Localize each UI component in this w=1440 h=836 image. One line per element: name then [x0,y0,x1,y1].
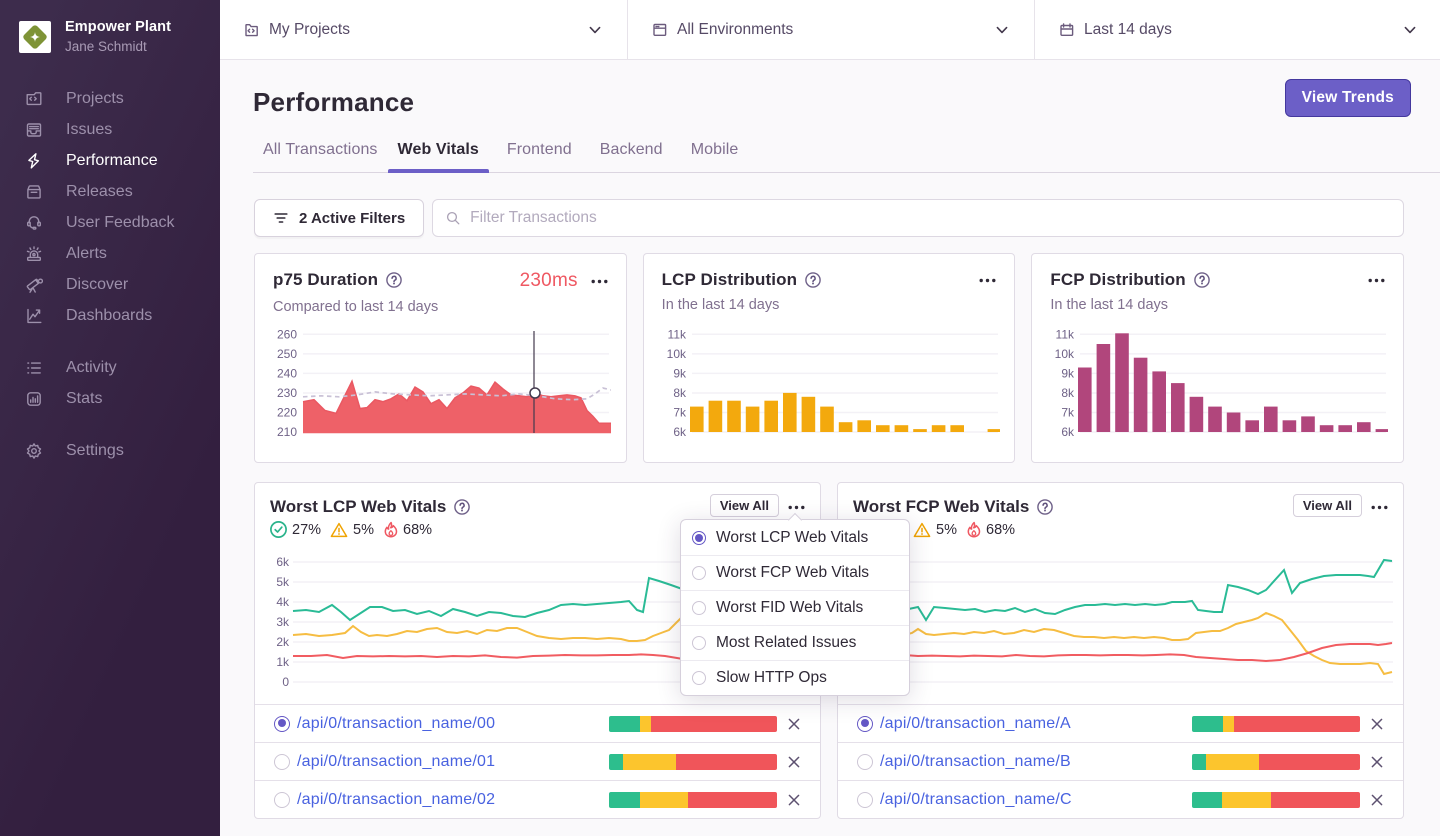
svg-text:250: 250 [277,347,297,361]
svg-text:3k: 3k [276,615,290,629]
svg-text:7k: 7k [1062,406,1076,420]
svg-text:11k: 11k [1056,327,1075,341]
svg-text:1k: 1k [276,655,290,669]
svg-text:6k: 6k [1062,425,1076,439]
svg-text:10k: 10k [1055,347,1075,361]
svg-text:230: 230 [277,386,297,400]
svg-text:9k: 9k [673,366,687,380]
svg-text:220: 220 [277,406,297,420]
svg-text:7k: 7k [673,406,687,420]
svg-text:8k: 8k [1062,386,1076,400]
svg-text:10k: 10k [666,347,686,361]
svg-text:6k: 6k [673,425,687,439]
svg-text:2k: 2k [276,635,290,649]
svg-text:260: 260 [277,327,297,341]
svg-text:9k: 9k [1062,366,1076,380]
svg-text:8k: 8k [673,386,687,400]
svg-text:0: 0 [282,675,289,689]
svg-text:240: 240 [277,366,297,380]
svg-text:5k: 5k [276,575,290,589]
svg-text:4k: 4k [276,595,290,609]
svg-text:11k: 11k [667,327,686,341]
svg-text:210: 210 [277,425,297,439]
svg-text:6k: 6k [276,555,290,569]
